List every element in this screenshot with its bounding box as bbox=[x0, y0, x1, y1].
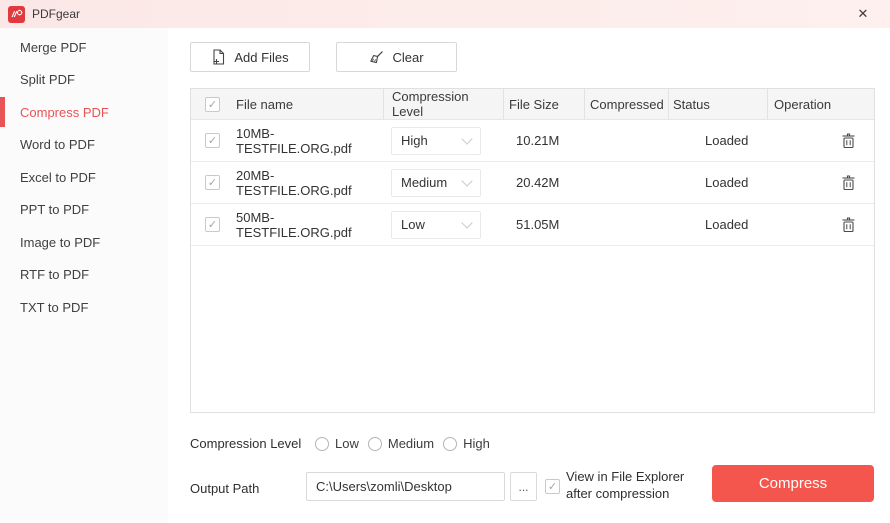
file-name-cell: 10MB-TESTFILE.ORG.pdf bbox=[236, 125, 352, 156]
radio-label: High bbox=[463, 436, 490, 451]
sidebar-item-ppt-to-pdf[interactable]: PPT to PDF bbox=[0, 194, 168, 227]
file-size-cell: 10.21M bbox=[516, 133, 560, 148]
compression-level-radios: Low Medium High bbox=[315, 436, 490, 451]
selected-level: High bbox=[401, 133, 428, 148]
view-in-explorer-label: View in File Explorer after compression bbox=[566, 469, 685, 501]
add-files-button[interactable]: Add Files bbox=[190, 42, 310, 72]
table-header: ✓ File name Compression Level File Size … bbox=[191, 89, 874, 120]
add-file-icon bbox=[211, 49, 226, 65]
sidebar-item-compress-pdf[interactable]: Compress PDF bbox=[0, 96, 168, 129]
clear-button[interactable]: Clear bbox=[336, 42, 457, 72]
row-checkbox[interactable]: ✓ bbox=[205, 175, 220, 190]
table-row: ✓ 50MB-TESTFILE.ORG.pdf Low 51.05M Loade… bbox=[191, 204, 874, 246]
output-path-label: Output Path bbox=[190, 481, 260, 496]
sidebar-item-split-pdf[interactable]: Split PDF bbox=[0, 64, 168, 97]
column-header-compressed: Compressed bbox=[584, 89, 668, 119]
close-button[interactable]: ✕ bbox=[848, 0, 878, 28]
row-checkbox[interactable]: ✓ bbox=[205, 133, 220, 148]
compression-level-select[interactable]: Low bbox=[391, 210, 481, 239]
app-title: PDFgear bbox=[32, 7, 81, 21]
app-window: PDFgear ✕ Merge PDF Split PDF Compress P… bbox=[0, 0, 890, 523]
broom-icon bbox=[369, 50, 384, 65]
column-header-file-name: File name bbox=[236, 96, 294, 112]
selected-level: Low bbox=[401, 217, 425, 232]
sidebar-item-image-to-pdf[interactable]: Image to PDF bbox=[0, 226, 168, 259]
output-path-input[interactable] bbox=[306, 472, 505, 501]
column-header-file-size: File Size bbox=[503, 89, 584, 119]
app-logo-icon bbox=[8, 5, 25, 23]
sidebar-item-txt-to-pdf[interactable]: TXT to PDF bbox=[0, 291, 168, 324]
sidebar-item-merge-pdf[interactable]: Merge PDF bbox=[0, 31, 168, 64]
file-name-cell: 50MB-TESTFILE.ORG.pdf bbox=[236, 209, 352, 240]
file-name-cell: 20MB-TESTFILE.ORG.pdf bbox=[236, 167, 352, 198]
row-checkbox[interactable]: ✓ bbox=[205, 217, 220, 232]
radio-icon[interactable] bbox=[443, 436, 458, 451]
chevron-down-icon bbox=[461, 216, 473, 229]
chevron-down-icon bbox=[461, 132, 473, 145]
file-size-cell: 20.42M bbox=[516, 175, 560, 190]
sidebar: Merge PDF Split PDF Compress PDF Word to… bbox=[0, 28, 168, 523]
column-header-operation: Operation bbox=[767, 89, 874, 119]
table-row: ✓ 20MB-TESTFILE.ORG.pdf Medium 20.42M Lo… bbox=[191, 162, 874, 204]
table-row: ✓ 10MB-TESTFILE.ORG.pdf High 10.21M Load… bbox=[191, 120, 874, 162]
selected-level: Medium bbox=[401, 175, 448, 190]
files-table: ✓ File name Compression Level File Size … bbox=[190, 88, 875, 413]
sidebar-item-word-to-pdf[interactable]: Word to PDF bbox=[0, 129, 168, 162]
status-cell: Loaded bbox=[705, 175, 749, 190]
column-header-status: Status bbox=[668, 89, 767, 119]
column-header-compression-level: Compression Level bbox=[383, 89, 503, 119]
status-cell: Loaded bbox=[705, 217, 749, 232]
compression-level-select[interactable]: Medium bbox=[391, 168, 481, 197]
delete-button[interactable] bbox=[841, 216, 856, 233]
compression-level-label: Compression Level bbox=[190, 436, 302, 451]
clear-label: Clear bbox=[392, 49, 424, 65]
status-cell: Loaded bbox=[705, 133, 749, 148]
view-in-explorer-checkbox[interactable]: ✓ bbox=[545, 479, 560, 494]
radio-option-low[interactable]: Low bbox=[315, 436, 359, 451]
chevron-down-icon bbox=[461, 174, 473, 187]
file-size-cell: 51.05M bbox=[516, 217, 560, 232]
compression-level-select[interactable]: High bbox=[391, 126, 481, 155]
radio-icon[interactable] bbox=[367, 436, 382, 451]
delete-button[interactable] bbox=[841, 174, 856, 191]
radio-label: Low bbox=[335, 436, 359, 451]
radio-option-medium[interactable]: Medium bbox=[367, 436, 435, 451]
compress-button[interactable]: Compress bbox=[712, 465, 874, 502]
radio-label: Medium bbox=[387, 436, 435, 451]
radio-option-high[interactable]: High bbox=[443, 436, 490, 451]
radio-icon[interactable] bbox=[315, 436, 329, 451]
add-files-label: Add Files bbox=[234, 49, 289, 65]
sidebar-item-excel-to-pdf[interactable]: Excel to PDF bbox=[0, 161, 168, 194]
browse-button[interactable]: ... bbox=[510, 472, 537, 501]
delete-button[interactable] bbox=[841, 132, 856, 149]
sidebar-item-rtf-to-pdf[interactable]: RTF to PDF bbox=[0, 259, 168, 292]
titlebar: PDFgear ✕ bbox=[0, 0, 890, 28]
select-all-checkbox[interactable]: ✓ bbox=[205, 96, 220, 112]
